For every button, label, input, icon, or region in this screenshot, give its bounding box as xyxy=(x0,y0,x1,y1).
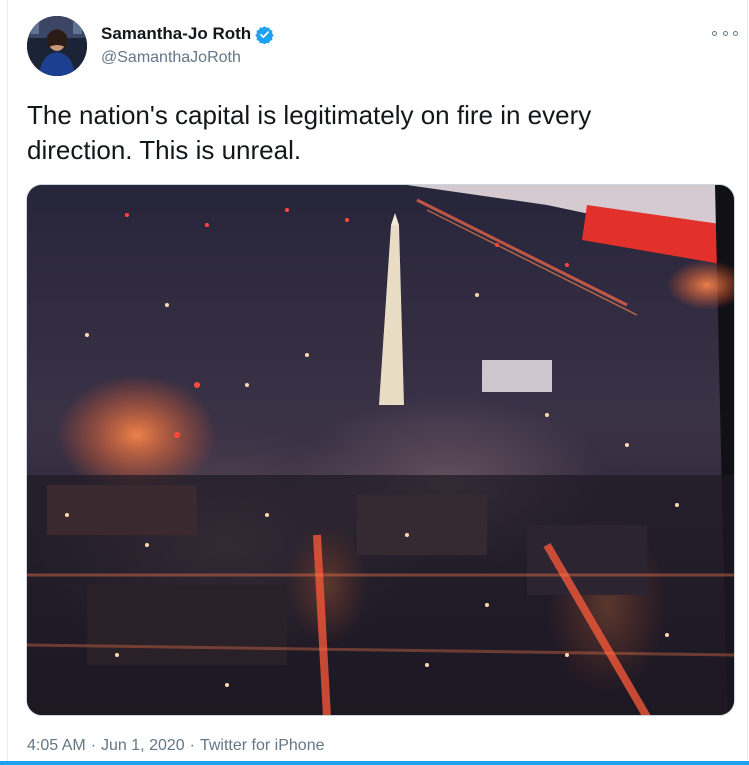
avatar[interactable] xyxy=(27,16,87,76)
tweet-text: The nation's capital is legitimately on … xyxy=(27,100,592,165)
tweet-source[interactable]: Twitter for iPhone xyxy=(200,737,325,755)
tweet-date[interactable]: Jun 1, 2020 xyxy=(101,737,185,755)
tweet-time[interactable]: 4:05 AM xyxy=(27,737,86,755)
name-row[interactable]: Samantha-Jo Roth xyxy=(101,24,274,45)
meta-separator: · xyxy=(90,737,97,754)
tweet-photo[interactable] xyxy=(26,184,735,716)
user-handle[interactable]: @SamanthaJoRoth xyxy=(101,49,241,67)
tweet-meta: 4:05 AM · Jun 1, 2020 · Twitter for iPho… xyxy=(27,737,324,755)
display-name[interactable]: Samantha-Jo Roth xyxy=(101,24,251,44)
verified-badge-icon xyxy=(255,25,274,45)
bottom-accent-bar xyxy=(0,761,749,765)
more-options-icon[interactable] xyxy=(712,26,738,40)
meta-separator: · xyxy=(189,737,195,754)
